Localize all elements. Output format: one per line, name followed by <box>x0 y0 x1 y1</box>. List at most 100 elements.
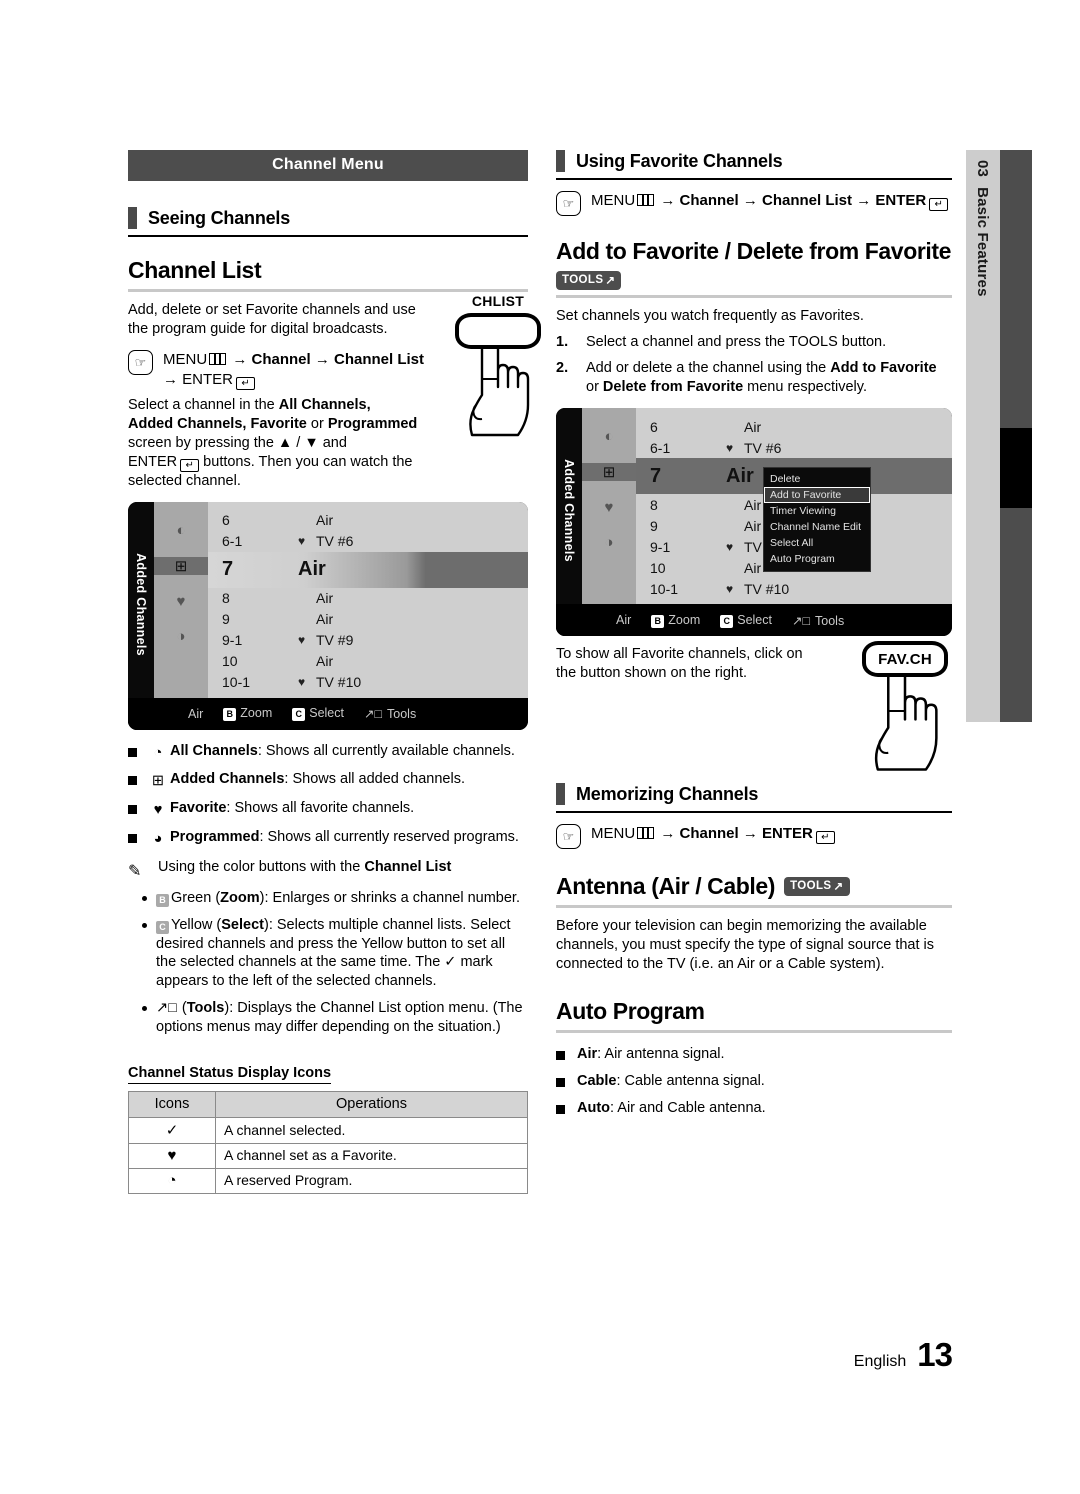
enter-key-icon: ↵ <box>815 831 835 845</box>
tv-row-name: Air <box>316 590 334 607</box>
list-item: ⊞ Added Channels: Shows all added channel… <box>128 770 528 791</box>
tv-category-icon-column: ◐ ⊞ ♥ ◑ <box>582 408 636 605</box>
channel-list-title: Channel List <box>128 257 262 283</box>
pointing-hand-illustration <box>874 666 938 772</box>
added-channels-icon: ⊞ <box>151 773 165 790</box>
feature-name: All Channels <box>170 742 258 759</box>
tv-row-number: 10 <box>222 653 238 670</box>
tv-row-fav-icon: ♥ <box>726 539 734 554</box>
menu-item-auto-program[interactable]: Auto Program <box>764 551 870 567</box>
feature-desc: : Shows all added channels. <box>284 771 465 788</box>
list-item: ♥ Favorite: Shows all favorite channels. <box>128 799 528 820</box>
tv-row[interactable]: 6-1 ♥ TV #6 <box>636 437 952 458</box>
heading-rule <box>556 178 952 180</box>
chlist-button-caption: CHLIST <box>471 293 525 309</box>
menu-item-timer-viewing[interactable]: Timer Viewing <box>764 503 870 519</box>
tv-row-name: TV #6 <box>744 439 782 456</box>
channel-list-intro: Add, delete or set Favorite channels and… <box>128 302 416 337</box>
square-bullet-icon <box>128 834 137 844</box>
tv-icon-all-channels[interactable]: ◐ <box>176 522 185 539</box>
tv-row[interactable]: 10 Air <box>208 651 528 672</box>
favch-button[interactable]: FAV.CH <box>862 641 948 678</box>
auto-program-title: Auto Program <box>556 997 705 1024</box>
tv-tools-action[interactable]: ↗□ Tools <box>364 706 416 721</box>
favorite-menu-path: ☞ MENU → Channel → Channel List → ENTER ↵ <box>556 190 952 216</box>
dot-bullet-icon <box>142 922 147 928</box>
heading-tick-icon <box>128 207 137 229</box>
tv-row-number: 6-1 <box>650 439 671 456</box>
tv-icon-favorite[interactable]: ♥ <box>605 499 614 516</box>
square-bullet-icon <box>128 776 137 786</box>
tools-bold: Tools <box>186 1000 225 1017</box>
tv-row[interactable]: 6 Air <box>636 416 952 437</box>
using-favorite-heading: Using Favorite Channels <box>556 150 952 172</box>
list-item: Auto: Air and Cable antenna. <box>556 1099 952 1118</box>
tools-badge[interactable]: TOOLS ↗ <box>556 271 622 290</box>
page-number: 13 <box>917 1336 953 1373</box>
path-menu-label: MENU <box>591 192 636 209</box>
tv-side-label-text: Added Channels <box>134 552 148 656</box>
chapter-active-marker <box>1000 428 1032 508</box>
tools-badge[interactable]: TOOLS ↗ <box>784 877 850 897</box>
tv-row[interactable]: 9-1 ♥ TV #9 <box>208 630 528 651</box>
tv-side-label: Added Channels <box>128 501 154 730</box>
tv-row-number: 7 <box>650 464 662 487</box>
menu-item-channel-name-edit[interactable]: Channel Name Edit <box>764 519 870 535</box>
tv-zoom-action[interactable]: B Zoom <box>651 613 700 628</box>
square-bullet-icon <box>556 1050 565 1060</box>
tv-icon-programmed[interactable]: ◑ <box>176 628 185 645</box>
tv-select-label: Select <box>737 612 772 627</box>
tv-zoom-label: Zoom <box>668 612 701 627</box>
menu-item-select-all[interactable]: Select All <box>764 535 870 551</box>
square-bullet-icon <box>128 805 137 815</box>
feature-name: Added Channels <box>170 771 285 788</box>
tv-tools-label: Tools <box>387 707 417 722</box>
tv-row-number: 10 <box>650 559 666 576</box>
heading-rule <box>556 811 952 814</box>
tv-select-action[interactable]: C Select <box>292 706 344 722</box>
auto-program-list: Air: Air antenna signal. Cable: Cable an… <box>556 1045 952 1118</box>
tv-row-name: TV #10 <box>316 674 362 691</box>
tools-icon: ↗□ <box>363 707 383 722</box>
hand-press-icon: ☞ <box>556 191 581 216</box>
tv-row[interactable]: 6-1 ♥ TV #6 <box>208 531 528 552</box>
select-text-or: or <box>306 416 328 433</box>
tv-channel-list: 6Air 6-1♥TV #6 7Air 8Air 9Air 9-1♥TV #9 … <box>208 501 528 711</box>
tv-icon-favorite[interactable]: ♥ <box>177 593 186 610</box>
tv-row-selected[interactable]: 7 Air <box>208 551 528 588</box>
menu-item-add-to-favorite[interactable]: Add to Favorite <box>764 487 870 504</box>
chapter-tab: 03 Basic Features <box>966 150 1000 722</box>
tv-tools-action[interactable]: ↗□ Tools <box>792 613 844 628</box>
footer-language: English <box>853 1353 907 1370</box>
tv-row[interactable]: 10-1 ♥ TV #10 <box>208 672 528 693</box>
list-item: C Yellow (Select): Selects multiple chann… <box>142 916 528 991</box>
antenna-rule <box>556 905 952 909</box>
tv-zoom-action[interactable]: B Zoom <box>223 706 272 722</box>
memorizing-menu-path: ☞ MENU → Channel → ENTER ↵ <box>556 823 952 850</box>
menu-item-delete[interactable]: Delete <box>764 471 870 487</box>
tv-select-action[interactable]: C Select <box>720 613 772 628</box>
path-menu-label: MENU <box>591 825 636 843</box>
all-channels-icon: ◔ <box>153 744 163 761</box>
menu-grid-icon <box>209 352 227 365</box>
tv-row-number: 6-1 <box>222 533 243 550</box>
tv-row[interactable]: 10-1 ♥ TV #10 <box>636 578 952 599</box>
tv-row-fav-icon: ♥ <box>298 534 306 549</box>
seeing-channels-label: Seeing Channels <box>148 207 291 228</box>
tv-icon-added-channels[interactable]: ⊞ <box>582 463 636 482</box>
tv-row-fav-icon: ♥ <box>298 675 306 690</box>
tv-row[interactable]: 8 Air <box>208 588 528 609</box>
tv-icon-programmed[interactable]: ◑ <box>604 534 613 551</box>
tv-row[interactable]: 6 Air <box>208 510 528 531</box>
col-icons: Icons <box>128 1090 216 1118</box>
favorite-steps-list: 1. Select a channel and press the TOOLS … <box>556 333 952 397</box>
tv-icon-all-channels[interactable]: ◐ <box>604 428 613 445</box>
tv-row-name: Air <box>316 611 334 628</box>
tv-icon-added-channels[interactable]: ⊞ <box>154 556 208 575</box>
step-post: button. <box>837 333 887 350</box>
yellow-key-icon: C <box>720 614 734 628</box>
chlist-button-shape[interactable] <box>455 313 541 349</box>
green-pre: Green ( <box>171 889 221 906</box>
channel-list-rule <box>128 289 528 292</box>
tv-row[interactable]: 9 Air <box>208 609 528 630</box>
